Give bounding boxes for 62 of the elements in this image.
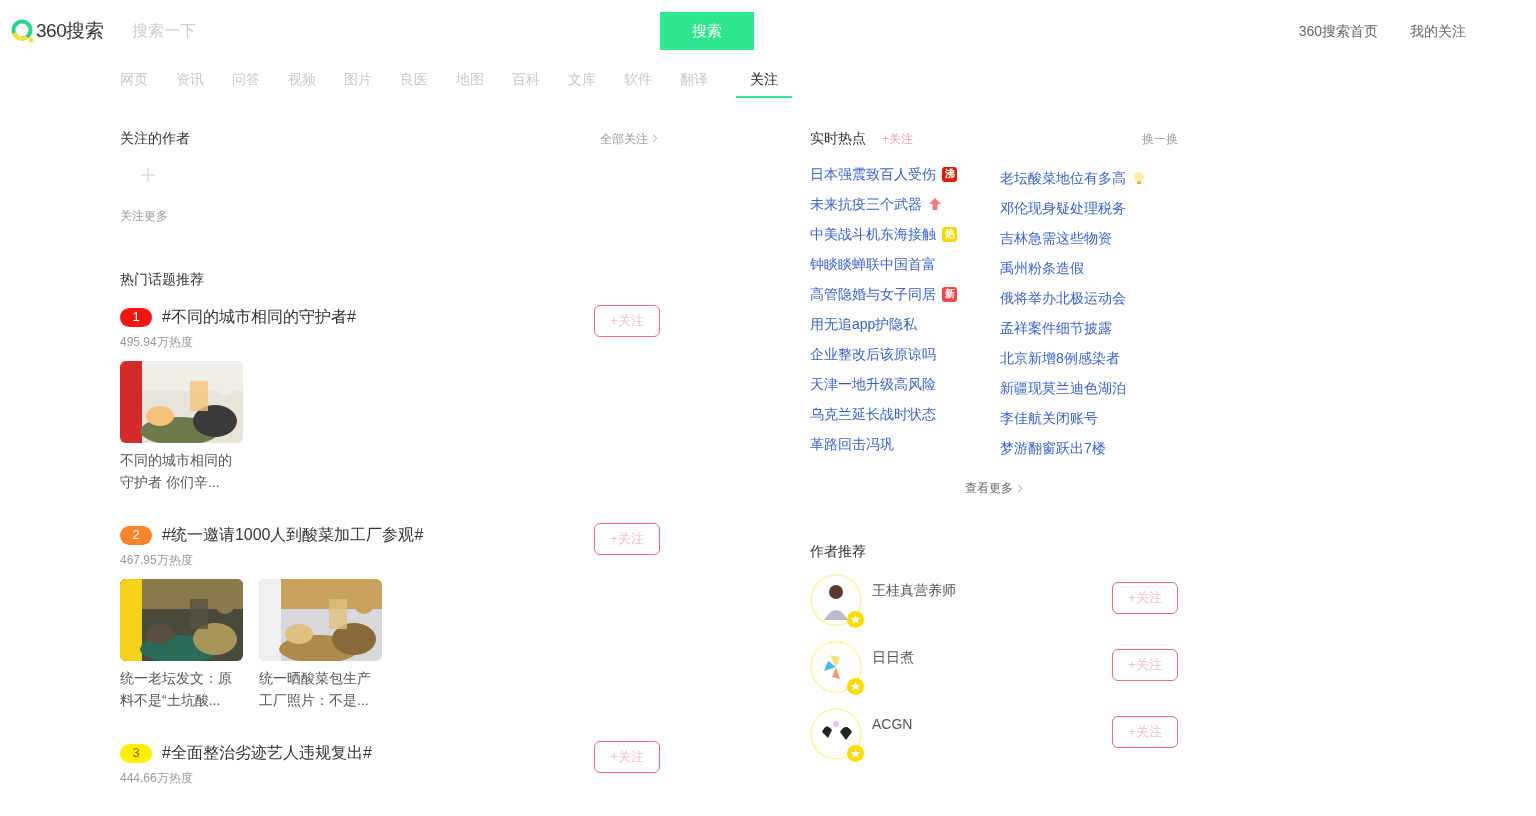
logo-text: 360搜索 xyxy=(36,18,104,43)
hot-topic-link[interactable]: 中美战斗机东海接触 xyxy=(810,223,936,245)
author-name[interactable]: 日日煮 xyxy=(872,647,914,668)
hot-topic-link[interactable]: 李佳航关闭账号 xyxy=(1000,407,1098,429)
hot-topic-link[interactable]: 企业整改后该原谅吗 xyxy=(810,343,936,365)
chevron-right-icon xyxy=(1017,483,1023,493)
see-more-link[interactable]: 查看更多 xyxy=(965,479,1013,497)
header-link[interactable]: 我的关注 xyxy=(1410,20,1466,42)
topic-title[interactable]: #统一邀请1000人到酸菜加工厂参观# xyxy=(162,523,424,547)
header-link[interactable]: 360搜索首页 xyxy=(1298,20,1378,42)
rank-badge: 3 xyxy=(120,743,152,763)
rank-badge: 1 xyxy=(120,307,152,327)
hot-topic-link[interactable]: 北京新增8例感染者 xyxy=(1000,347,1120,369)
hot-topic-link[interactable]: 孟祥案件细节披露 xyxy=(1000,317,1112,339)
card-caption[interactable]: 统一老坛发文：原料不是“土坑酸... xyxy=(120,667,243,711)
up-arrow-icon xyxy=(928,197,942,211)
section-title: 热门话题推荐 xyxy=(120,270,204,289)
star-badge-icon xyxy=(847,745,864,762)
heat-count: 495.94万热度 xyxy=(120,334,193,351)
hot-topic-link[interactable]: 日本强震致百人受伤 xyxy=(810,163,936,185)
rank-badge: 2 xyxy=(120,525,152,545)
topic-title[interactable]: #全面整治劣迹艺人违规复出# xyxy=(162,741,372,765)
avatar xyxy=(810,708,862,760)
all-following-link[interactable]: 全部关注 xyxy=(600,129,648,148)
hot-topic-link[interactable]: 钟睒睒蝉联中国首富 xyxy=(810,253,936,275)
card-caption[interactable]: 不同的城市相同的守护者 你们辛... xyxy=(120,449,243,493)
hot-topic-link[interactable]: 高管隐婚与女子同居 xyxy=(810,283,936,305)
hot-topic-link[interactable]: 革路回击冯巩 xyxy=(810,433,894,455)
hot-badge: 沸 xyxy=(942,166,957,182)
hot-topic-link[interactable]: 禹州粉条造假 xyxy=(1000,257,1084,279)
hot-topic-link[interactable]: 梦游翻窗跃出7楼 xyxy=(1000,437,1106,459)
avatar xyxy=(810,574,862,626)
hot-topic-link[interactable]: 老坛酸菜地位有多高 xyxy=(1000,167,1126,189)
follow-more-label: 关注更多 xyxy=(120,208,168,225)
section-title: 作者推荐 xyxy=(810,542,866,561)
chevron-right-icon xyxy=(652,134,658,143)
logo-icon xyxy=(10,19,34,43)
star-badge-icon xyxy=(847,678,864,695)
author-name[interactable]: ACGN xyxy=(872,714,913,735)
author-name[interactable]: 王桂真营养师 xyxy=(872,580,956,601)
hot-topic-link[interactable]: 天津一地升级高风险 xyxy=(810,373,936,395)
hot-badge: 新 xyxy=(942,286,957,302)
hot-topic-link[interactable]: 邓伦现身疑处理税务 xyxy=(1000,197,1126,219)
hot-topic-link[interactable]: 吉林急需这些物资 xyxy=(1000,227,1112,249)
refresh-link[interactable]: 换一换 xyxy=(1142,129,1178,148)
card-caption[interactable]: 统一晒酸菜包生产工厂照片：不是... xyxy=(259,667,382,711)
search-tab[interactable]: 关注 xyxy=(736,62,792,98)
hot-topic-link[interactable]: 用无追app护隐私 xyxy=(810,313,918,335)
star-badge-icon xyxy=(847,611,864,628)
hot-topic-link[interactable]: 俄将举办北极运动会 xyxy=(1000,287,1126,309)
section-title: 关注的作者 xyxy=(120,129,190,148)
add-icon[interactable] xyxy=(140,167,156,183)
hot-topic-link[interactable]: 新疆现莫兰迪色湖泊 xyxy=(1000,377,1126,399)
topic-title[interactable]: #不同的城市相同的守护者# xyxy=(162,305,356,329)
avatar xyxy=(810,641,862,693)
heat-count: 444.66万热度 xyxy=(120,770,193,787)
hot-topic-link[interactable]: 未来抗疫三个武器 xyxy=(810,193,922,215)
lightbulb-icon xyxy=(1132,171,1146,185)
hot-badge: 热 xyxy=(942,226,957,242)
section-title: 实时热点 xyxy=(810,129,866,148)
heat-count: 467.95万热度 xyxy=(120,552,193,569)
hot-topic-link[interactable]: 乌克兰延长战时状态 xyxy=(810,403,936,425)
